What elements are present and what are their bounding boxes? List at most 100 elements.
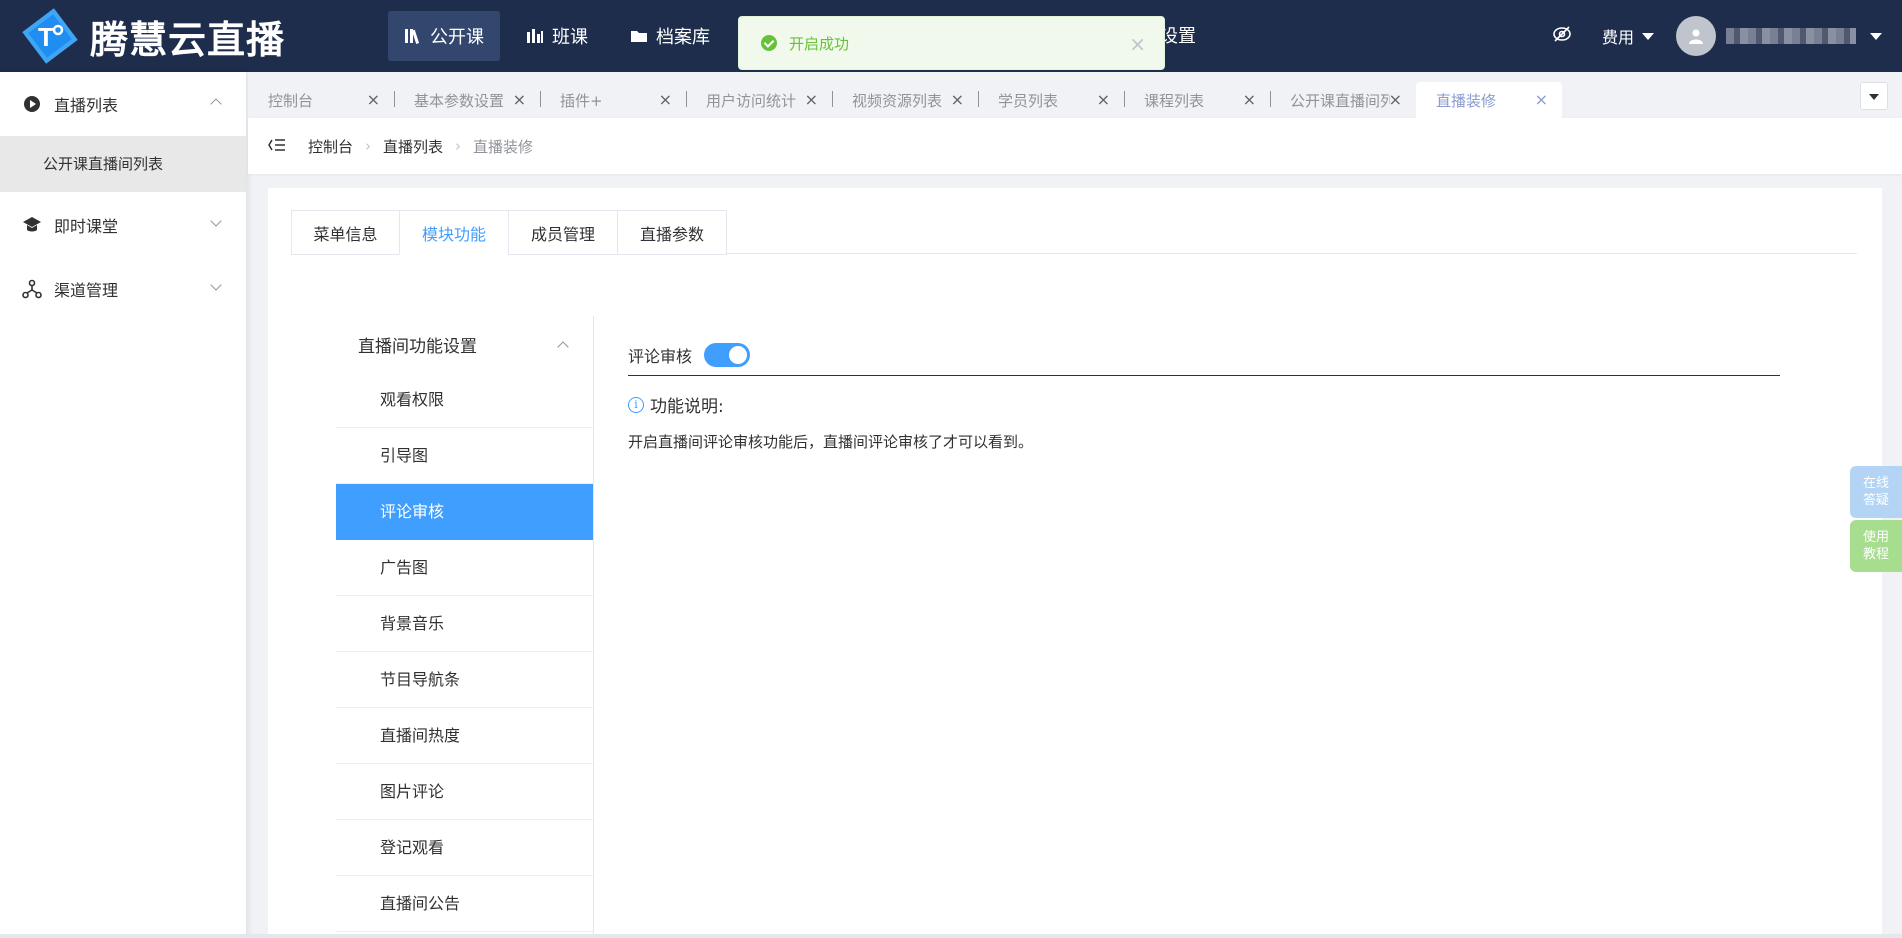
horizontal-scrollbar[interactable] xyxy=(0,934,1902,938)
tab-divider xyxy=(832,91,833,107)
tab-divider xyxy=(978,91,979,107)
close-icon[interactable]: × xyxy=(1389,90,1402,109)
tab-divider xyxy=(1270,91,1271,107)
tab-member-management[interactable]: 成员管理 xyxy=(508,210,618,255)
tab-dashboard[interactable]: 控制台 × xyxy=(248,82,394,118)
function-item-room-notice[interactable]: 直播间公告 xyxy=(336,876,593,932)
top-nav: 公开课 班课 档案库 xyxy=(388,0,736,72)
avatar[interactable] xyxy=(1676,16,1716,56)
fee-dropdown[interactable]: 费用 xyxy=(1602,24,1654,48)
svg-text:T: T xyxy=(38,22,54,52)
online-help-button[interactable]: 在线答疑 xyxy=(1850,466,1902,518)
chevron-right-icon: › xyxy=(365,137,372,155)
sidebar-group-instant-class[interactable]: 即时课堂 xyxy=(0,193,246,257)
desc-title: i 功能说明: xyxy=(628,392,1780,417)
function-menu: 直播间功能设置 观看权限 引导图 评论审核 广告图 背景音乐 节目导航条 直播间… xyxy=(336,316,594,938)
close-icon[interactable]: × xyxy=(513,90,526,109)
close-icon[interactable]: × xyxy=(1535,90,1548,109)
tab-divider xyxy=(686,91,687,107)
tab-label: 视频资源列表 xyxy=(852,91,943,110)
tab-students[interactable]: 学员列表 × xyxy=(978,82,1124,118)
tab-video-resources[interactable]: 视频资源列表 × xyxy=(832,82,978,118)
tab-label: 直播装修 xyxy=(1436,91,1497,110)
close-icon[interactable]: × xyxy=(805,90,818,109)
function-item-image-comment[interactable]: 图片评论 xyxy=(336,764,593,820)
desc-title-text: 功能说明: xyxy=(650,397,724,417)
nav-class[interactable]: 班课 xyxy=(510,11,604,61)
info-icon: i xyxy=(628,396,644,413)
tab-label: 学员列表 xyxy=(998,91,1059,110)
setting-area: 评论审核 i 功能说明: 开启直播间评论审核功能后，直播间评论审核了才可以看到。 xyxy=(628,336,1780,452)
breadcrumb-live-list[interactable]: 直播列表 xyxy=(383,136,443,157)
nav-archive-label: 档案库 xyxy=(656,27,710,48)
tab-module-functions[interactable]: 模块功能 xyxy=(399,210,509,255)
nav-open-class-label: 公开课 xyxy=(430,27,484,48)
top-right-tools: 费用 xyxy=(1552,0,1882,72)
setting-label: 评论审核 xyxy=(628,346,693,366)
comment-review-toggle[interactable] xyxy=(704,342,751,367)
collapse-sidebar-icon[interactable] xyxy=(268,137,286,156)
function-item-ad-image[interactable]: 广告图 xyxy=(336,540,593,596)
tab-divider xyxy=(1124,91,1125,107)
logo-mark-icon: T xyxy=(20,6,80,66)
tutorial-button[interactable]: 使用教程 xyxy=(1850,520,1902,572)
chevron-down-icon xyxy=(210,279,222,291)
function-item-guide-image[interactable]: 引导图 xyxy=(336,428,593,484)
tab-label: 课程列表 xyxy=(1144,91,1205,110)
tab-courses[interactable]: 课程列表 × xyxy=(1124,82,1270,118)
classroom-icon xyxy=(22,215,42,235)
folder-icon xyxy=(630,27,648,45)
content-tabs: 菜单信息 模块功能 成员管理 直播参数 xyxy=(291,210,1857,255)
breadcrumb-dashboard[interactable]: 控制台 xyxy=(308,136,353,157)
tab-label: 控制台 xyxy=(268,91,314,110)
tab-basic-params[interactable]: 基本参数设置 × xyxy=(394,82,540,118)
nav-settings-partial[interactable]: 设置 xyxy=(1160,22,1196,48)
tab-user-visit-stats[interactable]: 用户访问统计 × xyxy=(686,82,832,118)
user-menu-caret-icon[interactable] xyxy=(1870,32,1882,40)
function-item-bg-music[interactable]: 背景音乐 xyxy=(336,596,593,652)
eye-off-icon[interactable] xyxy=(1552,24,1572,48)
sidebar-group-live-list[interactable]: 直播列表 xyxy=(0,72,246,136)
chevron-up-icon xyxy=(210,98,222,110)
close-icon[interactable]: × xyxy=(1243,90,1256,109)
username-redacted xyxy=(1726,28,1856,44)
tab-live-decoration[interactable]: 直播装修 × xyxy=(1416,82,1562,118)
breadcrumb-current: 直播装修 xyxy=(473,137,534,156)
chart-bars-icon xyxy=(526,27,544,45)
function-item-view-permission[interactable]: 观看权限 xyxy=(336,372,593,428)
tab-label: 用户访问统计 xyxy=(706,91,797,110)
function-item-room-heat[interactable]: 直播间热度 xyxy=(336,708,593,764)
check-circle-icon xyxy=(761,35,777,51)
sidebar-item-open-class-rooms[interactable]: 公开课直播间列表 xyxy=(0,136,246,192)
tab-label: 插件+ xyxy=(560,91,603,110)
function-item-comment-review[interactable]: 评论审核 xyxy=(336,484,593,540)
page-tabs: 控制台 × 基本参数设置 × 插件+ × 用户访问统计 × 视频资源列表 × 学员列表 × … xyxy=(248,72,1902,118)
channel-icon xyxy=(22,279,42,299)
success-toast: 开启成功 × xyxy=(738,16,1165,70)
tabs-dropdown-button[interactable] xyxy=(1860,82,1888,110)
close-icon[interactable]: × xyxy=(367,90,380,109)
sidebar-group-label: 即时课堂 xyxy=(54,217,119,236)
tab-divider xyxy=(394,91,395,107)
sidebar-group-label: 直播列表 xyxy=(54,96,119,115)
function-item-program-nav[interactable]: 节目导航条 xyxy=(336,652,593,708)
brand-logo[interactable]: T 腾慧云直播 xyxy=(20,6,360,66)
function-menu-header[interactable]: 直播间功能设置 xyxy=(336,316,593,372)
brand-name: 腾慧云直播 xyxy=(90,17,286,62)
close-icon[interactable]: × xyxy=(1097,90,1110,109)
sidebar-group-channel[interactable]: 渠道管理 xyxy=(0,257,246,321)
tab-live-params[interactable]: 直播参数 xyxy=(617,210,727,255)
tab-menu-info[interactable]: 菜单信息 xyxy=(291,210,400,255)
live-list-icon xyxy=(22,94,42,114)
sidebar: 直播列表 公开课直播间列表 即时课堂 渠道管理 xyxy=(0,72,246,938)
close-icon[interactable]: × xyxy=(659,90,672,109)
tutorial-label: 使用教程 xyxy=(1862,530,1889,562)
function-item-register-view[interactable]: 登记观看 xyxy=(336,820,593,876)
library-icon xyxy=(404,27,422,45)
nav-open-class[interactable]: 公开课 xyxy=(388,11,500,61)
tab-open-class-rooms[interactable]: 公开课直播间列 × xyxy=(1270,82,1416,118)
nav-archive[interactable]: 档案库 xyxy=(614,11,726,61)
close-icon[interactable]: × xyxy=(1129,32,1146,56)
tab-plugins[interactable]: 插件+ × xyxy=(540,82,686,118)
close-icon[interactable]: × xyxy=(951,90,964,109)
